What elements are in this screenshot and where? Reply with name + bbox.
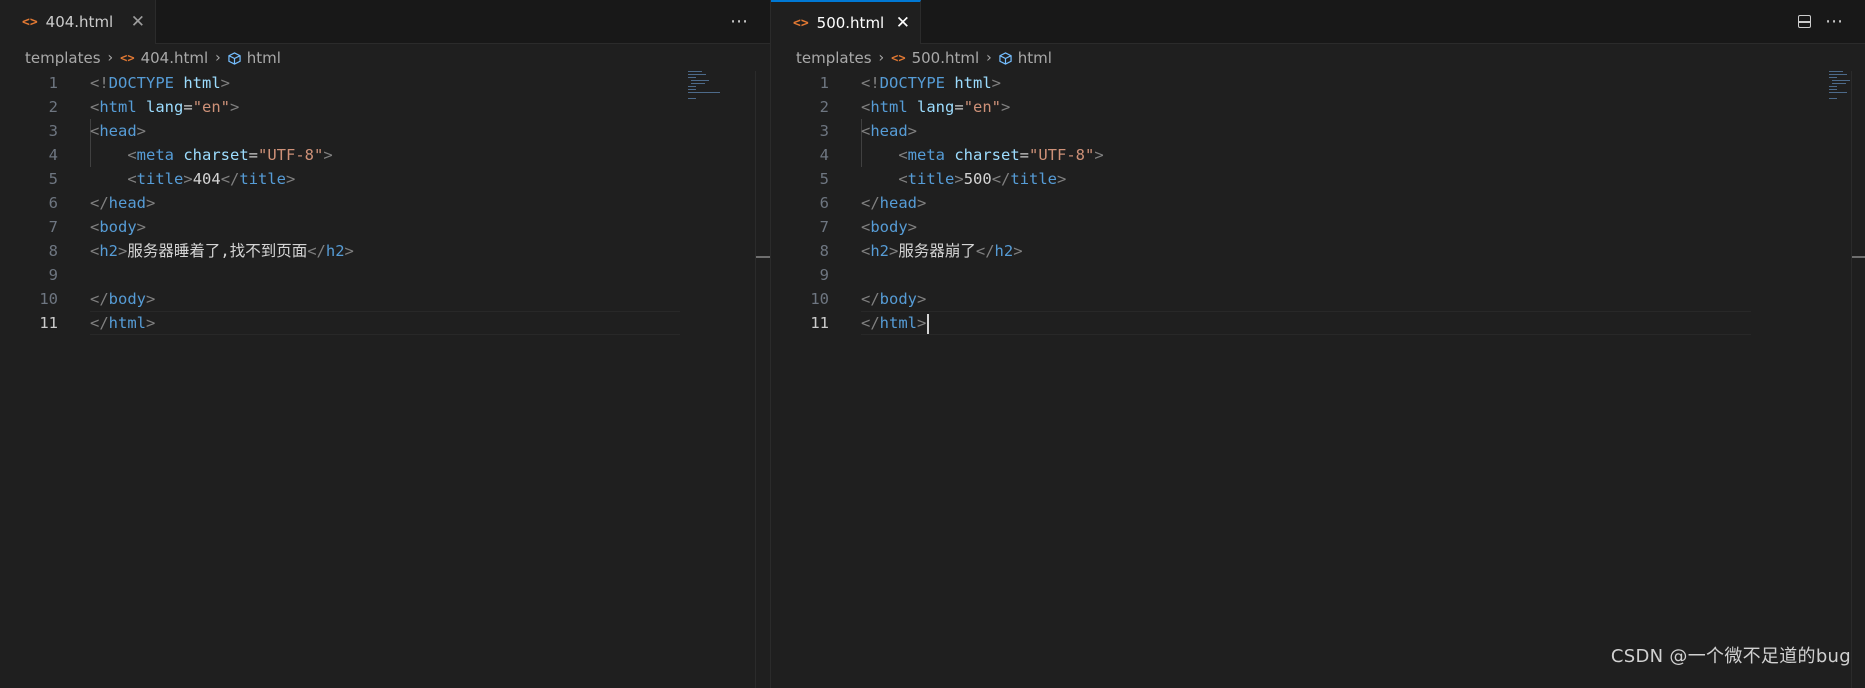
code-line-6[interactable]: </head>	[861, 191, 926, 215]
line-number: 8	[819, 242, 829, 260]
code-line-8[interactable]: <h2>服务器睡着了,找不到页面</h2>	[90, 239, 354, 263]
line-number: 1	[819, 74, 829, 92]
tab-label: 500.html	[816, 14, 885, 32]
breadcrumb-folder[interactable]: templates	[25, 49, 101, 67]
code-line-5[interactable]: <title>500</title>	[861, 167, 1066, 191]
line-number: 1	[48, 74, 58, 92]
code-editor-right[interactable]: 1 <!DOCTYPE html> 2 <html lang="en"> 3 <…	[771, 71, 1865, 688]
code-line-5[interactable]: <title>404</title>	[90, 167, 295, 191]
chevron-right-icon: ›	[107, 50, 114, 66]
tab-actions-left: ⋯	[730, 0, 749, 43]
watermark-text: CSDN @一个微不足道的bug	[1610, 646, 1851, 667]
editor-root: <> 404.html ✕ ⋯ templates › <> 404.html …	[0, 0, 1865, 688]
line-number: 3	[48, 122, 58, 140]
breadcrumb-file[interactable]: 500.html	[912, 49, 980, 67]
line-number: 9	[48, 266, 58, 284]
split-editor-icon[interactable]	[1798, 15, 1811, 28]
code-line-3[interactable]: <head>	[90, 119, 146, 143]
symbol-element-icon	[999, 51, 1012, 65]
scrollbar-cursor-mark	[756, 256, 770, 258]
breadcrumb-symbol[interactable]: html	[247, 49, 281, 67]
breadcrumb: templates › <> 404.html › html	[25, 47, 281, 69]
current-line-highlight	[90, 311, 680, 335]
minimap-left[interactable]	[688, 71, 728, 101]
line-number: 5	[819, 170, 829, 188]
tab-bar-right: <> 500.html ✕ ⋯	[771, 0, 1865, 44]
code-line-11[interactable]: </html>	[861, 311, 930, 335]
line-number-current: 11	[810, 314, 829, 332]
breadcrumb-file[interactable]: 404.html	[141, 49, 209, 67]
code-line-2[interactable]: <html lang="en">	[861, 95, 1010, 119]
line-number: 10	[39, 290, 58, 308]
chevron-right-icon: ›	[215, 50, 221, 66]
code-line-1[interactable]: <!DOCTYPE html>	[861, 71, 1001, 95]
code-line-3[interactable]: <head>	[861, 119, 917, 143]
line-number: 7	[48, 218, 58, 236]
close-icon[interactable]: ✕	[131, 12, 145, 32]
line-number: 6	[48, 194, 58, 212]
html-file-icon: <>	[793, 15, 809, 31]
code-line-1[interactable]: <!DOCTYPE html>	[90, 71, 230, 95]
editor-pane-left[interactable]: <> 404.html ✕ ⋯ templates › <> 404.html …	[0, 0, 770, 688]
line-number: 4	[48, 146, 58, 164]
code-line-4[interactable]: <meta charset="UTF-8">	[90, 143, 332, 167]
tab-label: 404.html	[45, 13, 114, 31]
tab-500-html[interactable]: <> 500.html ✕	[771, 0, 921, 44]
current-line-highlight	[861, 311, 1751, 335]
line-number: 2	[48, 98, 58, 116]
chevron-right-icon: ›	[878, 50, 885, 66]
html-file-icon: <>	[120, 51, 135, 65]
editor-pane-right[interactable]: <> 500.html ✕ ⋯ templates › <> 500.html …	[771, 0, 1865, 688]
line-number: 10	[810, 290, 829, 308]
line-number: 5	[48, 170, 58, 188]
code-editor-left[interactable]: 1 <!DOCTYPE html> 2 <html lang="en"> 3 <…	[0, 71, 770, 688]
code-line-7[interactable]: <body>	[861, 215, 917, 239]
tab-bar-left: <> 404.html ✕ ⋯	[0, 0, 770, 44]
line-number: 2	[819, 98, 829, 116]
html-file-icon: <>	[22, 14, 38, 30]
tab-404-html[interactable]: <> 404.html ✕	[0, 0, 156, 44]
line-number: 6	[819, 194, 829, 212]
line-number: 8	[48, 242, 58, 260]
code-line-10[interactable]: </body>	[90, 287, 155, 311]
code-line-6[interactable]: </head>	[90, 191, 155, 215]
scrollbar-cursor-mark	[1852, 256, 1865, 258]
symbol-element-icon	[228, 51, 241, 65]
line-number-current: 11	[39, 314, 58, 332]
code-line-4[interactable]: <meta charset="UTF-8">	[861, 143, 1103, 167]
code-line-2[interactable]: <html lang="en">	[90, 95, 239, 119]
line-number: 3	[819, 122, 829, 140]
html-file-icon: <>	[891, 51, 906, 65]
vertical-scrollbar-right[interactable]	[1851, 71, 1865, 688]
more-actions-icon[interactable]: ⋯	[1825, 12, 1844, 31]
text-cursor	[927, 313, 930, 334]
line-number: 4	[819, 146, 829, 164]
code-line-7[interactable]: <body>	[90, 215, 146, 239]
more-actions-icon[interactable]: ⋯	[730, 12, 749, 31]
breadcrumb-folder[interactable]: templates	[796, 49, 872, 67]
code-line-10[interactable]: </body>	[861, 287, 926, 311]
line-number: 9	[819, 266, 829, 284]
vertical-scrollbar-left[interactable]	[755, 71, 770, 688]
tab-actions-right: ⋯	[1798, 0, 1844, 43]
close-icon[interactable]: ✕	[896, 13, 910, 33]
chevron-right-icon: ›	[986, 50, 992, 66]
code-line-11[interactable]: </html>	[90, 311, 155, 335]
line-number: 7	[819, 218, 829, 236]
breadcrumb-symbol[interactable]: html	[1018, 49, 1052, 67]
breadcrumb: templates › <> 500.html › html	[796, 47, 1052, 69]
code-line-8[interactable]: <h2>服务器崩了</h2>	[861, 239, 1023, 263]
